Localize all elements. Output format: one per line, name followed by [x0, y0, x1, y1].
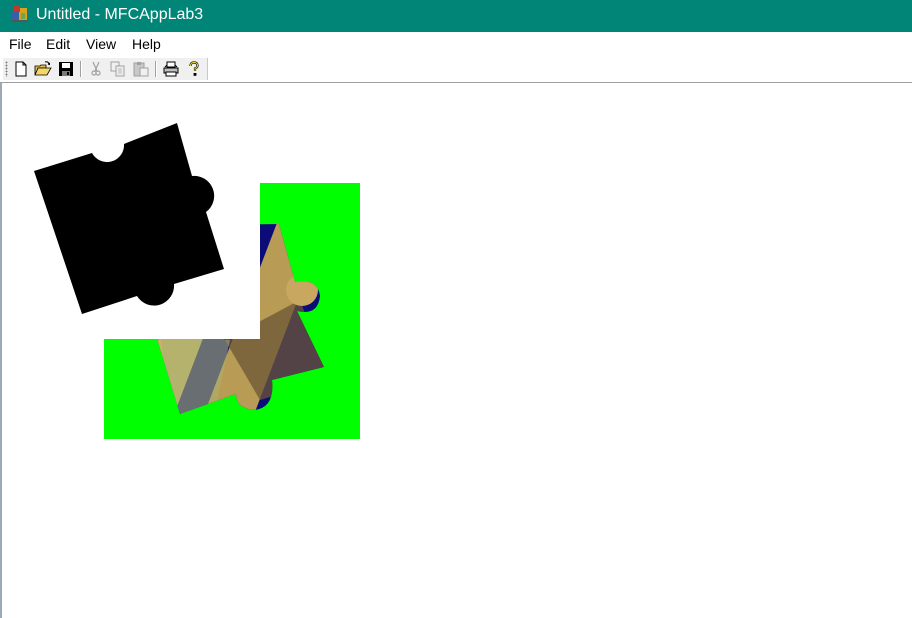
help-question-icon[interactable] [185, 60, 203, 78]
title-bar[interactable]: Untitled - MFCAppLab3 [0, 0, 912, 32]
document-view[interactable] [0, 83, 912, 618]
menu-file[interactable]: File [9, 36, 32, 53]
menu-help[interactable]: Help [132, 36, 161, 53]
app-window: Untitled - MFCAppLab3 File Edit View Hel… [0, 0, 912, 618]
standard-toolbar [3, 58, 208, 80]
menu-edit[interactable]: Edit [46, 36, 70, 53]
new-document-icon[interactable] [12, 60, 30, 78]
window-left-border [0, 83, 2, 618]
copy-icon[interactable] [109, 60, 127, 78]
toolbar-strip [0, 57, 912, 83]
open-folder-icon[interactable] [34, 60, 52, 78]
toolbar-separator [80, 61, 81, 77]
toolbar-separator [155, 61, 156, 77]
menu-view[interactable]: View [86, 36, 116, 53]
canvas-drawing [34, 123, 360, 439]
paste-clipboard-icon[interactable] [132, 60, 150, 78]
mfc-app-icon[interactable] [10, 4, 30, 24]
toolbar-gripper[interactable] [5, 61, 8, 77]
cut-scissors-icon[interactable] [87, 60, 105, 78]
menu-bar: File Edit View Help [0, 32, 912, 58]
window-title: Untitled - MFCAppLab3 [36, 6, 204, 23]
print-icon[interactable] [162, 60, 180, 78]
save-disk-icon[interactable] [57, 60, 75, 78]
